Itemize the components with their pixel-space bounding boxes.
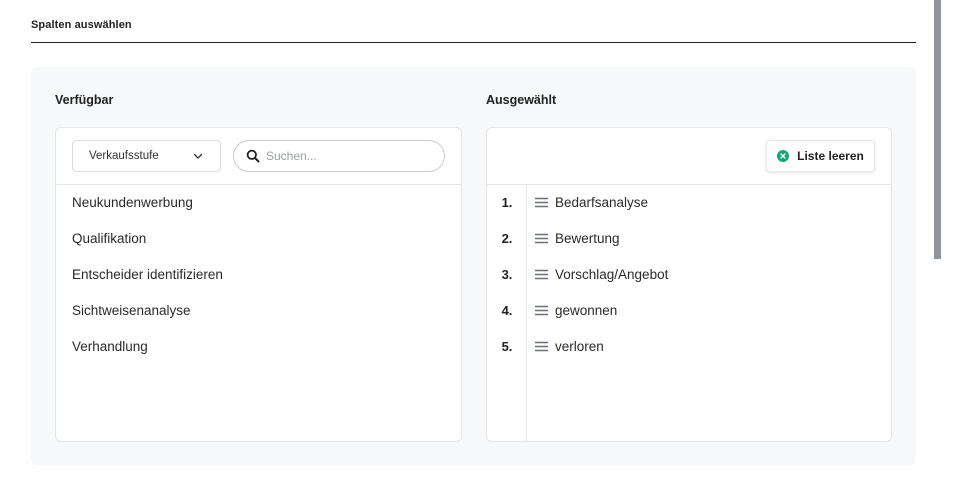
drag-handle-icon[interactable] [535,305,548,316]
section-title: Spalten auswählen [31,19,132,31]
available-item[interactable]: Qualifikation [56,221,461,257]
clear-list-button[interactable]: Liste leeren [766,140,875,172]
available-item[interactable]: Sichtweisenanalyse [56,293,461,329]
available-list: Neukundenwerbung Qualifikation Entscheid… [56,185,461,365]
category-select[interactable]: Verkaufsstufe [72,140,221,172]
search-icon [246,149,260,163]
search-input[interactable] [266,149,436,163]
available-item[interactable]: Verhandlung [56,329,461,365]
selected-item-number: 1. [501,195,513,210]
close-circle-icon [777,150,790,162]
drag-handle-icon[interactable] [535,341,548,352]
available-column-title: Verfügbar [55,93,114,107]
available-list-header: Verkaufsstufe [56,128,461,185]
selected-item-label: Vorschlag/Angebot [555,267,669,282]
selected-item-number: 3. [501,267,513,282]
selected-item-number: 5. [501,339,513,354]
clear-list-label: Liste leeren [797,149,864,163]
available-item[interactable]: Neukundenwerbung [56,185,461,221]
selected-list-box: Liste leeren 1. Bedarfsanalyse 2. Bewert… [486,127,892,442]
drag-handle-icon[interactable] [535,233,548,244]
selected-item-number: 4. [501,303,513,318]
available-list-box: Verkaufsstufe Neukundenwerbung Qualifika… [55,127,462,442]
selected-item-label: gewonnen [555,303,618,318]
selected-list: 1. Bedarfsanalyse 2. Bewertung 3. Vorsch… [487,185,891,365]
search-box [233,140,445,172]
selected-item[interactable]: 1. Bedarfsanalyse [487,185,891,221]
drag-handle-icon[interactable] [535,269,548,280]
selected-column-title: Ausgewählt [486,93,557,107]
section-divider [31,42,916,43]
selected-item[interactable]: 2. Bewertung [487,221,891,257]
selected-item[interactable]: 4. gewonnen [487,293,891,329]
available-item[interactable]: Entscheider identifizieren [56,257,461,293]
selected-list-header: Liste leeren [487,128,891,185]
drag-handle-icon[interactable] [535,197,548,208]
selected-item[interactable]: 5. verloren [487,329,891,365]
category-select-value: Verkaufsstufe [89,150,159,162]
selected-item-label: Bedarfsanalyse [555,195,649,210]
page-scrollbar[interactable] [934,0,941,259]
selected-item-number: 2. [501,231,513,246]
selected-item-label: verloren [555,339,604,354]
chevron-down-icon [193,153,203,159]
selected-item[interactable]: 3. Vorschlag/Angebot [487,257,891,293]
selected-item-label: Bewertung [555,231,620,246]
